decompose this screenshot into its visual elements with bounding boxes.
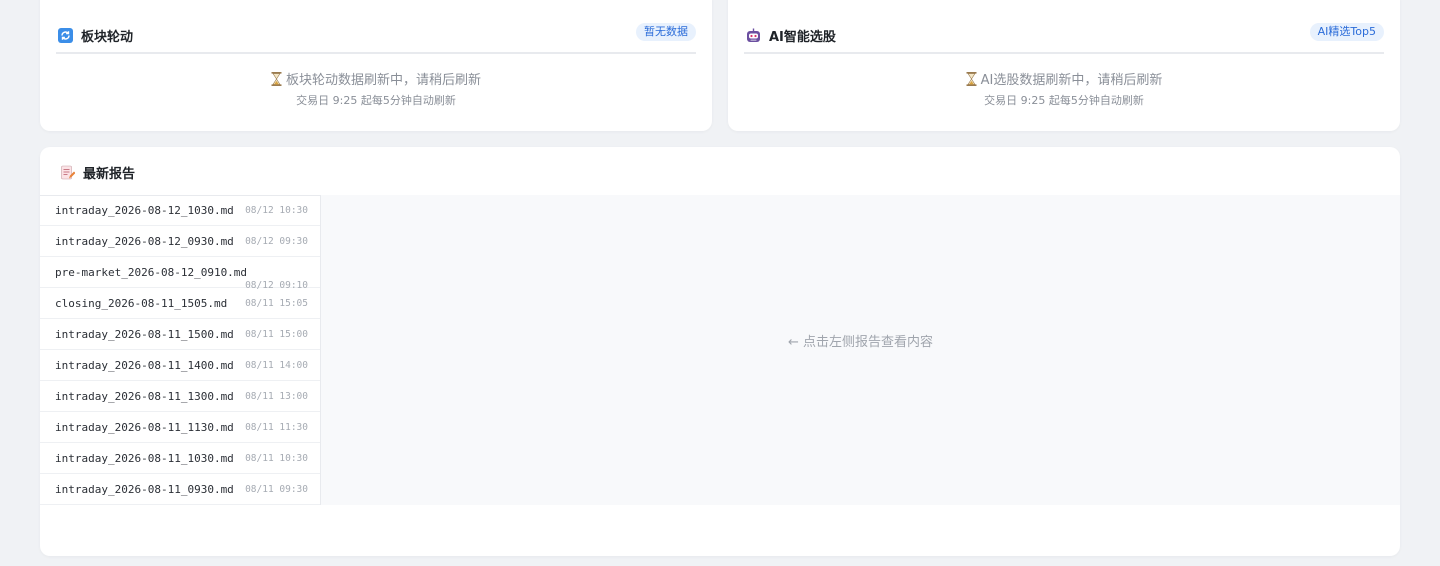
ai-card-header: AI智能选股 AI精选Top5 <box>744 16 1384 54</box>
ai-card-title-text: AI智能选股 <box>769 30 836 45</box>
report-list-item[interactable]: intraday_2026-08-12_1030.md 08/12 10:30 <box>40 195 320 226</box>
report-list-item[interactable]: intraday_2026-08-12_0930.md 08/12 09:30 <box>40 226 320 257</box>
sector-status-badge: 暂无数据 <box>636 23 696 41</box>
reports-card-title-text: 最新报告 <box>83 167 136 182</box>
sector-placeholder: 板块轮动数据刷新中，请稍后刷新 交易日 9:25 起每5分钟自动刷新 <box>40 69 712 108</box>
ai-top5-badge: AI精选Top5 <box>1309 23 1384 41</box>
reports-card-header: 最新报告 <box>40 147 1400 196</box>
reports-card-title: 最新报告 <box>60 163 135 182</box>
report-list-item[interactable]: intraday_2026-08-11_1030.md 08/11 10:30 <box>40 443 320 474</box>
report-list-item[interactable]: intraday_2026-08-11_1300.md 08/11 13:00 <box>40 381 320 412</box>
ai-stock-picker-card: AI智能选股 AI精选Top5 AI选股数据刷新中，请稍后刷新 交易日 9:25… <box>728 0 1400 131</box>
report-list-item[interactable]: pre-market_2026-08-12_0910.md 08/12 09:1… <box>40 257 320 291</box>
report-filename: intraday_2026-08-11_1300.md <box>55 390 234 403</box>
report-viewer-pane: ← 点击左侧报告查看内容 <box>321 195 1400 505</box>
sector-rotation-card: 板块轮动 暂无数据 板块轮动数据刷新中，请稍后刷新 交易日 9:25 起每5分钟… <box>40 0 712 131</box>
report-filename: intraday_2026-08-11_1130.md <box>55 421 234 434</box>
hourglass-icon <box>271 71 282 86</box>
sector-card-title-text: 板块轮动 <box>81 30 134 45</box>
report-timestamp: 08/11 13:00 <box>245 391 308 402</box>
report-timestamp: 08/11 15:05 <box>245 298 308 309</box>
report-list-item[interactable]: closing_2026-08-11_1505.md 08/11 15:05 <box>40 288 320 319</box>
report-filename: intraday_2026-08-11_1030.md <box>55 452 234 465</box>
report-timestamp: 08/11 11:30 <box>245 422 308 433</box>
ai-refresh-note: 交易日 9:25 起每5分钟自动刷新 <box>984 94 1144 107</box>
ai-card-title: AI智能选股 <box>746 26 836 45</box>
report-filename: intraday_2026-08-12_0930.md <box>55 235 234 248</box>
sector-refresh-note: 交易日 9:25 起每5分钟自动刷新 <box>296 94 456 107</box>
report-list: intraday_2026-08-12_1030.md 08/12 10:30 … <box>40 195 321 505</box>
report-timestamp: 08/11 15:00 <box>245 329 308 340</box>
sector-card-title: 板块轮动 <box>58 26 133 45</box>
sector-loading-message: 板块轮动数据刷新中，请稍后刷新 <box>285 73 481 88</box>
report-timestamp: 08/11 14:00 <box>245 360 308 371</box>
sector-card-header: 板块轮动 暂无数据 <box>56 16 696 54</box>
latest-reports-card: 最新报告 intraday_2026-08-12_1030.md 08/12 1… <box>40 147 1400 556</box>
hourglass-icon <box>966 71 977 86</box>
report-filename: intraday_2026-08-11_1500.md <box>55 328 234 341</box>
robot-icon <box>746 28 761 43</box>
viewer-empty-hint: ← 点击左侧报告查看内容 <box>787 335 934 350</box>
refresh-icon <box>58 28 73 43</box>
report-filename: closing_2026-08-11_1505.md <box>55 297 228 310</box>
report-filename: intraday_2026-08-11_1400.md <box>55 359 234 372</box>
report-list-item[interactable]: intraday_2026-08-11_0930.md 08/11 09:30 <box>40 474 320 505</box>
report-timestamp: 08/11 10:30 <box>245 453 308 464</box>
report-filename: pre-market_2026-08-12_0910.md <box>55 266 248 279</box>
ai-loading-message: AI选股数据刷新中，请稍后刷新 <box>980 73 1163 88</box>
report-list-item[interactable]: intraday_2026-08-11_1500.md 08/11 15:00 <box>40 319 320 350</box>
report-filename: intraday_2026-08-12_1030.md <box>55 204 234 217</box>
report-timestamp: 08/12 09:30 <box>245 236 308 247</box>
report-list-item[interactable]: intraday_2026-08-11_1130.md 08/11 11:30 <box>40 412 320 443</box>
report-filename: intraday_2026-08-11_0930.md <box>55 483 234 496</box>
ai-placeholder: AI选股数据刷新中，请稍后刷新 交易日 9:25 起每5分钟自动刷新 <box>728 69 1400 108</box>
report-list-item[interactable]: intraday_2026-08-11_1400.md 08/11 14:00 <box>40 350 320 381</box>
report-timestamp: 08/11 09:30 <box>245 484 308 495</box>
memo-icon <box>60 165 76 180</box>
report-timestamp: 08/12 10:30 <box>245 205 308 216</box>
